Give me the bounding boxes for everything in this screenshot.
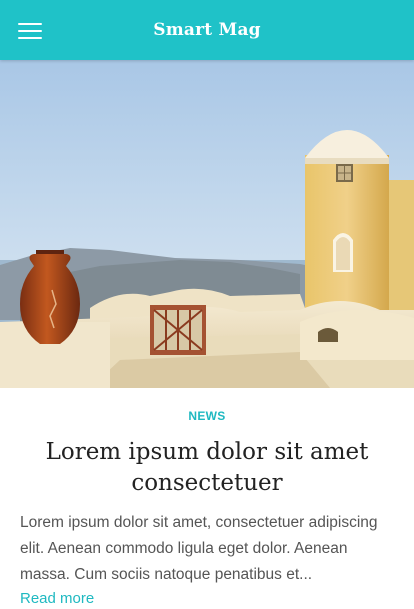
featured-image[interactable] [0, 60, 414, 388]
app-header: Smart Mag [0, 0, 414, 60]
article-excerpt: Lorem ipsum dolor sit amet, consectetuer… [20, 514, 378, 583]
read-more-link[interactable]: Read more [20, 589, 94, 609]
article-title[interactable]: Lorem ipsum dolor sit amet consectetuer [24, 437, 390, 499]
category-label[interactable]: NEWS [0, 409, 414, 423]
site-title[interactable]: Smart Mag [0, 0, 414, 60]
